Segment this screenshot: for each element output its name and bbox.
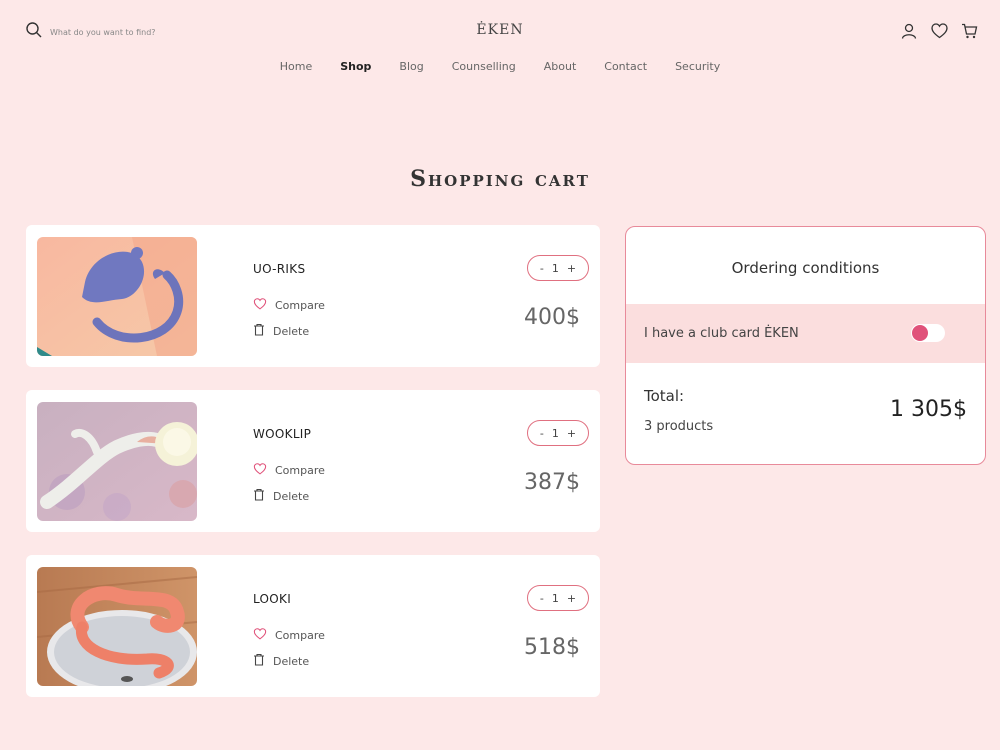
product-price: 518$ [524,635,580,660]
heart-icon[interactable] [930,22,948,40]
product-image[interactable] [37,567,197,686]
delete-label: Delete [273,324,310,338]
club-card-label: I have a club card ĖKEN [644,326,799,341]
increment-button[interactable]: + [567,592,576,605]
nav-item-about[interactable]: About [544,60,577,73]
header-icons [900,22,978,40]
club-card-toggle[interactable] [911,324,945,342]
summary-title: Ordering conditions [731,259,880,277]
quantity-stepper[interactable]: - 1 + [527,420,589,446]
nav-item-counselling[interactable]: Counselling [452,60,516,73]
product-price: 387$ [524,470,580,495]
quantity-value: 1 [551,591,559,605]
cart-item: WOOKLIP Compare Delete - 1 + 387$ [26,390,600,532]
nav-item-shop[interactable]: Shop [340,60,371,73]
product-image[interactable] [37,402,197,521]
compare-button[interactable]: Compare [253,298,325,313]
cart-item: UO-RIKS Compare Delete - 1 + 400$ [26,225,600,367]
quantity-value: 1 [551,426,559,440]
quantity-value: 1 [551,261,559,275]
main-nav: Home Shop Blog Counselling About Contact… [0,60,1000,73]
nav-item-blog[interactable]: Blog [399,60,423,73]
delete-button[interactable]: Delete [253,323,309,339]
nav-item-security[interactable]: Security [675,60,720,73]
order-summary: Ordering conditions I have a club card Ė… [625,226,986,465]
product-name[interactable]: LOOKI [253,592,291,606]
delete-label: Delete [273,654,310,668]
delete-button[interactable]: Delete [253,653,309,669]
delete-label: Delete [273,489,310,503]
decrement-button[interactable]: - [540,427,544,440]
product-image[interactable] [37,237,197,356]
compare-button[interactable]: Compare [253,463,325,478]
product-price: 400$ [524,305,580,330]
cart-item: LOOKI Compare Delete - 1 + 518$ [26,555,600,697]
nav-item-contact[interactable]: Contact [604,60,647,73]
heart-icon [253,463,267,478]
increment-button[interactable]: + [567,262,576,275]
quantity-stepper[interactable]: - 1 + [527,585,589,611]
product-name[interactable]: WOOKLIP [253,427,311,441]
product-name[interactable]: UO-RIKS [253,262,305,276]
quantity-stepper[interactable]: - 1 + [527,255,589,281]
product-count: 3 products [644,419,714,434]
logo[interactable]: ĖKEN [0,22,1000,38]
compare-label: Compare [275,464,325,477]
total-value: 1 305$ [890,397,967,422]
user-icon[interactable] [900,22,918,40]
total-label: Total: [644,387,685,405]
trash-icon [253,488,265,504]
decrement-button[interactable]: - [540,592,544,605]
club-card-row: I have a club card ĖKEN [626,304,985,363]
compare-button[interactable]: Compare [253,628,325,643]
heart-icon [253,628,267,643]
cart-icon[interactable] [960,22,978,40]
trash-icon [253,323,265,339]
increment-button[interactable]: + [567,427,576,440]
nav-item-home[interactable]: Home [280,60,312,73]
compare-label: Compare [275,299,325,312]
heart-icon [253,298,267,313]
page-title: Shopping cart [410,166,590,192]
delete-button[interactable]: Delete [253,488,309,504]
header: ĖKEN Home Shop Blog Counselling About Co… [0,0,1000,90]
trash-icon [253,653,265,669]
compare-label: Compare [275,629,325,642]
decrement-button[interactable]: - [540,262,544,275]
toggle-knob [912,325,928,341]
